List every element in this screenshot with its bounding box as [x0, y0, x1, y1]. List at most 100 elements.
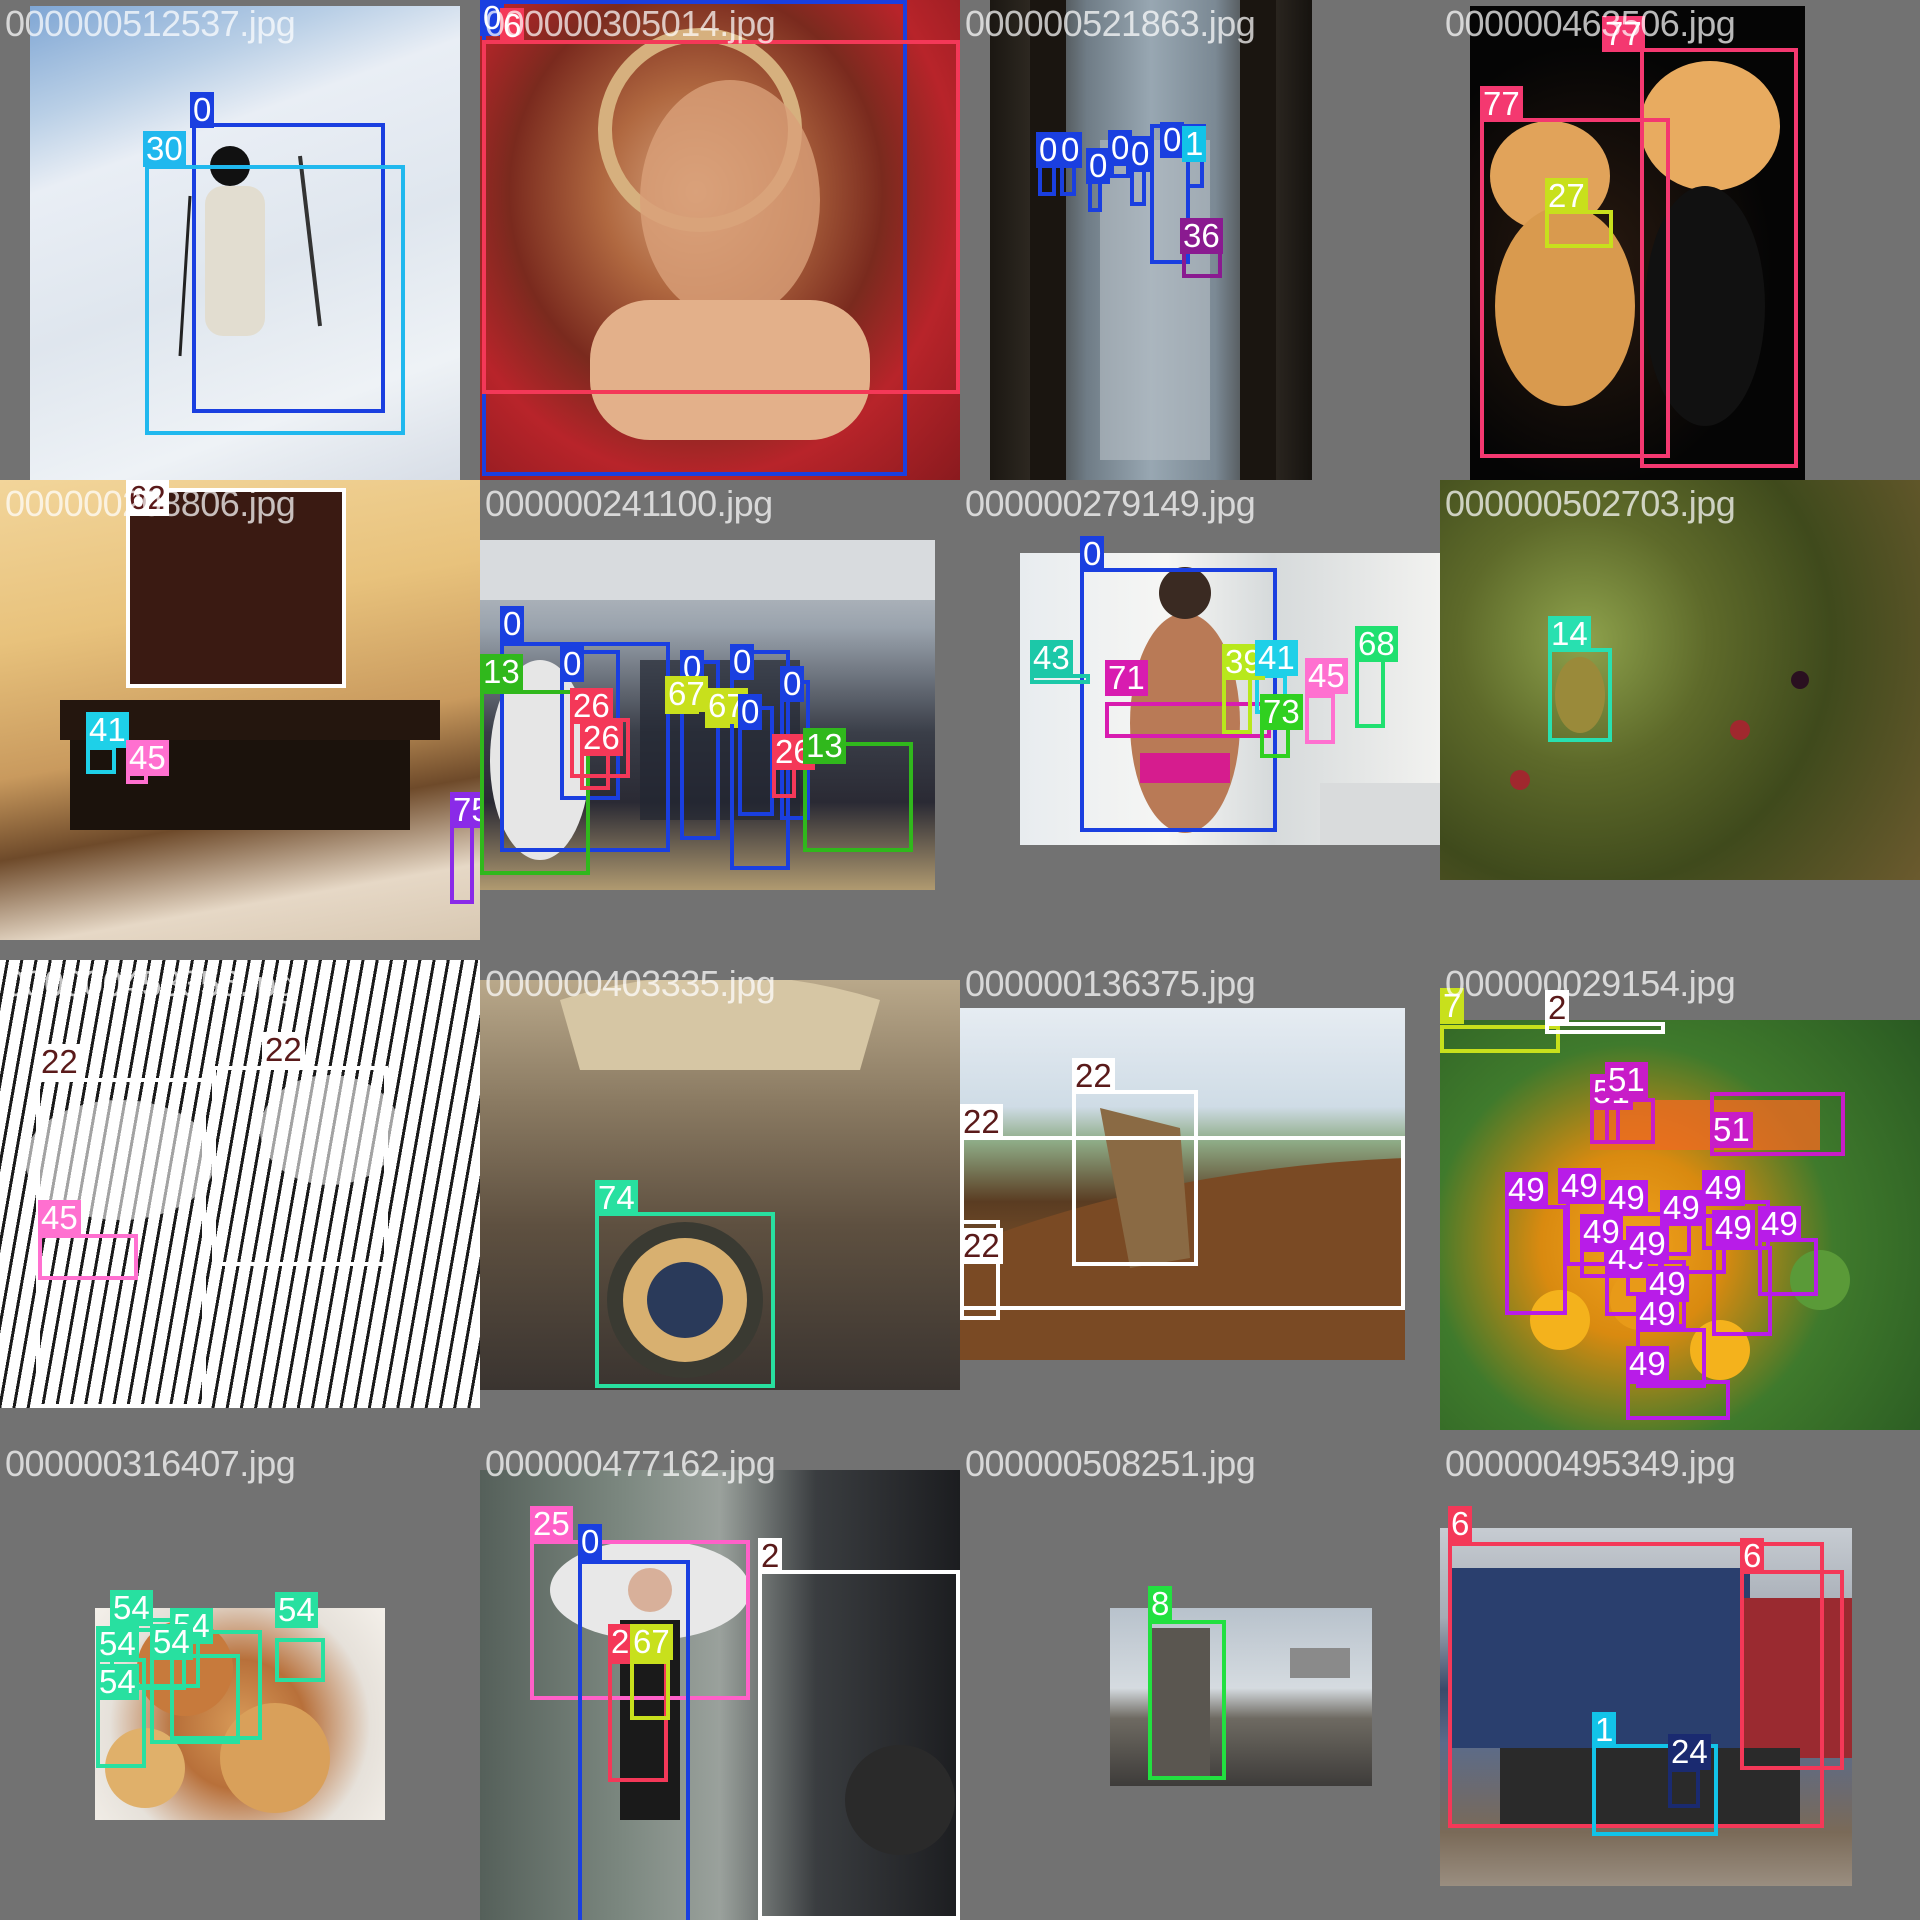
class-label-tag: 0	[190, 92, 215, 128]
class-label-tag: 24	[1668, 1734, 1711, 1770]
class-label-tag: 73	[1260, 694, 1303, 730]
class-label-tag: 71	[1105, 660, 1148, 696]
mosaic-tile: 000000463506.jpg 77 77 27	[1440, 0, 1920, 480]
photo-content	[1510, 657, 1809, 790]
bounding-box	[212, 1066, 388, 1266]
class-label-tag: 49	[1758, 1206, 1801, 1242]
class-label-tag: 45	[1305, 658, 1348, 694]
class-label-tag: 2	[758, 1538, 783, 1574]
tile-filename: 000000502703.jpg	[1445, 483, 1736, 524]
mosaic-tile: 000000316407.jpg545454545454	[0, 1440, 480, 1920]
bounding-box	[1548, 648, 1612, 742]
mosaic-tile: 000000508251.jpg 8	[960, 1440, 1440, 1920]
class-label-tag: 22	[1072, 1058, 1115, 1094]
class-label-tag: 0	[730, 644, 755, 680]
tile-filename: 000000521863.jpg	[965, 3, 1256, 44]
mosaic-tile: 000000136375.jpg 22 22 22	[960, 960, 1440, 1440]
mosaic-tile: 000000512537.jpg 0 30	[0, 0, 480, 480]
bounding-box	[1740, 1570, 1844, 1770]
class-label-tag: 22	[38, 1044, 81, 1080]
tile-photo	[1440, 480, 1920, 880]
class-label-tag: 0	[738, 694, 763, 730]
mosaic-tile: 000000403335.jpg 74	[480, 960, 960, 1440]
bounding-box	[595, 1212, 775, 1388]
class-label-tag: 49	[1626, 1346, 1669, 1382]
class-label-tag: 0	[1058, 132, 1083, 168]
mosaic-tile: 000000521863.jpg0000000136	[960, 0, 1440, 480]
class-label-tag: 36	[1180, 218, 1223, 254]
bounding-box	[275, 1638, 325, 1682]
bounding-box	[1440, 1025, 1560, 1053]
bounding-box	[630, 1660, 670, 1720]
tile-filename: 000000453356.jpg	[5, 963, 296, 1004]
tile-filename: 000000305014.jpg	[485, 3, 776, 44]
tile-filename: 000000403335.jpg	[485, 963, 776, 1004]
class-label-tag: 22	[960, 1104, 1003, 1140]
bounding-box	[1355, 656, 1385, 728]
tile-filename: 000000316407.jpg	[5, 1443, 296, 1484]
tile-filename: 000000208806.jpg	[5, 483, 296, 524]
tile-filename: 000000279149.jpg	[965, 483, 1256, 524]
tile-filename: 000000508251.jpg	[965, 1443, 1256, 1484]
class-label-tag: 74	[595, 1180, 638, 1216]
tile-filename: 000000477162.jpg	[485, 1443, 776, 1484]
class-label-tag: 30	[143, 131, 186, 167]
class-label-tag: 43	[1030, 640, 1073, 676]
tile-filename: 000000241100.jpg	[485, 483, 773, 524]
class-label-tag: 49	[1712, 1210, 1755, 1246]
mosaic-tile: 000000502703.jpg 14	[1440, 480, 1920, 960]
class-label-tag: 0	[1086, 148, 1111, 184]
bounding-box	[1668, 1768, 1700, 1808]
class-label-tag: 0	[1128, 136, 1153, 172]
class-label-tag: 77	[1480, 86, 1523, 122]
class-label-tag: 0	[1036, 132, 1061, 168]
class-label-tag: 0	[560, 646, 585, 682]
bounding-box	[580, 750, 610, 790]
tile-filename: 000000029154.jpg	[1445, 963, 1736, 1004]
mosaic-tile: 000000453356.jpg 22 22 45	[0, 960, 480, 1440]
class-label-tag: 54	[110, 1590, 153, 1626]
class-label-tag: 0	[780, 666, 805, 702]
class-label-tag: 0	[1080, 536, 1105, 572]
class-label-tag: 22	[960, 1228, 1003, 1264]
mosaic-tile: 000000029154.jpg725151514949494949494949…	[1440, 960, 1920, 1440]
class-label-tag: 51	[1710, 1112, 1753, 1148]
bounding-box	[1480, 118, 1670, 458]
class-label-tag: 51	[1605, 1062, 1648, 1098]
bounding-box	[1626, 1380, 1730, 1420]
class-label-tag: 41	[1255, 640, 1298, 676]
class-label-tag: 1	[1182, 126, 1207, 162]
class-label-tag: 75	[450, 792, 480, 828]
mosaic-tile: 000000305014.jpg 0 6	[480, 0, 960, 480]
class-label-tag: 54	[96, 1664, 139, 1700]
class-label-tag: 6	[1448, 1506, 1473, 1542]
bounding-box	[1148, 1620, 1226, 1780]
class-label-tag: 49	[1605, 1180, 1648, 1216]
class-label-tag: 49	[1626, 1226, 1669, 1262]
class-label-tag: 13	[480, 654, 523, 690]
class-label-tag: 1	[1592, 1712, 1617, 1748]
bounding-box	[1545, 210, 1613, 248]
bounding-box	[1305, 694, 1335, 744]
bounding-box	[150, 1654, 240, 1744]
class-label-tag: 67	[630, 1624, 673, 1660]
class-label-tag: 0	[578, 1524, 603, 1560]
class-label-tag: 45	[38, 1200, 81, 1236]
class-label-tag: 45	[126, 740, 169, 776]
class-label-tag: 49	[1505, 1172, 1548, 1208]
class-label-tag: 49	[1702, 1170, 1745, 1206]
detection-mosaic: 000000512537.jpg 0 30 000000305014.jpg 0 6 000…	[0, 0, 1920, 1920]
class-label-tag: 27	[1545, 178, 1588, 214]
mosaic-tile: 000000208806.jpg62414575	[0, 480, 480, 960]
bounding-box	[38, 1234, 138, 1280]
class-label-tag: 14	[1548, 616, 1591, 652]
class-label-tag: 22	[262, 1032, 305, 1068]
class-label-tag: 49	[1660, 1190, 1703, 1226]
tile-filename: 000000463506.jpg	[1445, 3, 1736, 44]
bounding-box	[758, 1570, 960, 1920]
class-label-tag: 49	[1636, 1296, 1679, 1332]
bounding-box	[1758, 1238, 1818, 1296]
class-label-tag: 25	[530, 1506, 573, 1542]
bounding-box	[1222, 674, 1252, 734]
class-label-tag: 6	[1740, 1538, 1765, 1574]
